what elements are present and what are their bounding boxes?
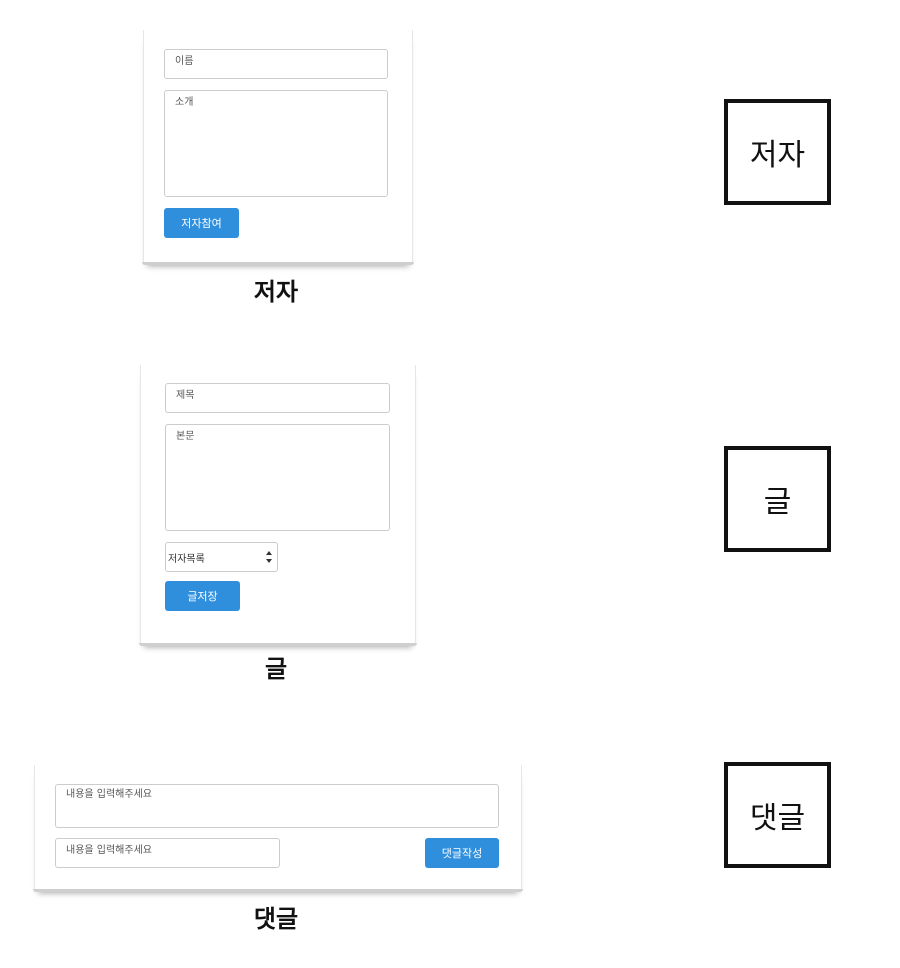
author-name-input[interactable]: 이름: [164, 49, 388, 79]
post-save-button[interactable]: 글저장: [165, 581, 240, 611]
select-updown-icon: [266, 551, 272, 563]
comment-content-input[interactable]: 내용을 입력해주세요: [55, 784, 499, 828]
author-form-card: 이름 소개 저자참여: [142, 30, 414, 265]
author-select[interactable]: 저자목록: [165, 542, 278, 572]
author-entity-box: 저자: [724, 99, 831, 205]
author-caption: 저자: [253, 278, 299, 306]
comment-form-card: 내용을 입력해주세요 내용을 입력해주세요 댓글작성: [33, 765, 523, 892]
post-entity-box: 글: [724, 446, 831, 552]
author-intro-textarea[interactable]: 소개: [164, 90, 388, 197]
comment-submit-button[interactable]: 댓글작성: [425, 838, 499, 868]
post-body-textarea[interactable]: 본문: [165, 424, 390, 531]
comment-entity-box: 댓글: [724, 762, 831, 868]
author-join-button[interactable]: 저자참여: [164, 208, 239, 238]
post-form-card: 제목 본문 저자목록 글저장: [139, 365, 417, 646]
comment-name-input[interactable]: 내용을 입력해주세요: [55, 838, 280, 868]
post-title-input[interactable]: 제목: [165, 383, 390, 413]
comment-caption: 댓글: [253, 905, 299, 933]
post-caption: 글: [264, 655, 288, 683]
author-select-value: 저자목록: [168, 553, 205, 565]
